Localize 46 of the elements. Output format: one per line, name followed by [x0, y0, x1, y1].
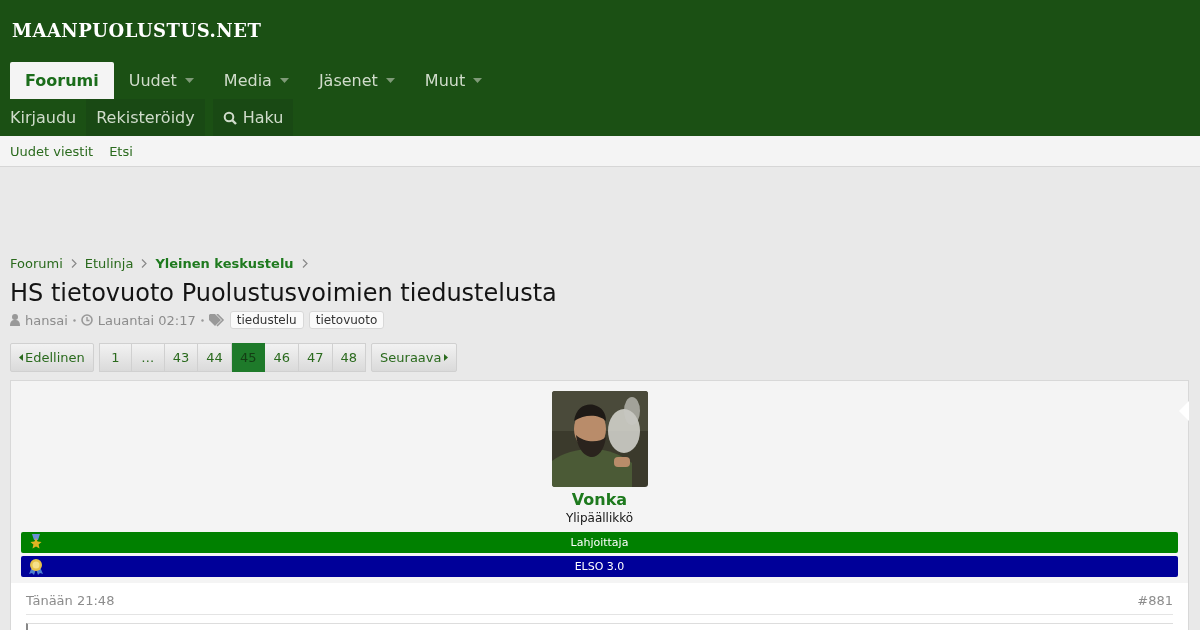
thread-title: HS tietovuoto Puolustusvoimien tiedustelusta — [10, 279, 558, 307]
next-page-button[interactable]: Seuraava — [371, 343, 457, 372]
user-banner: Lahjoittaja — [21, 532, 1178, 553]
breadcrumb-link[interactable]: Etulinja — [84, 255, 134, 271]
page-link[interactable]: 1 — [98, 343, 132, 372]
post-number[interactable]: #881 — [1137, 593, 1173, 608]
tag-link[interactable]: tietovuoto — [308, 311, 385, 329]
post-time[interactable]: Tänään 21:48 — [26, 593, 115, 608]
nav-tab[interactable]: Foorumi — [10, 62, 114, 99]
separator-dot-icon — [72, 318, 76, 322]
page-link[interactable]: 44 — [198, 343, 232, 372]
subnav-link[interactable]: Etsi — [109, 143, 133, 159]
previous-page-button[interactable]: Edellinen — [10, 343, 94, 372]
user-banner: ELSO 3.0 — [21, 556, 1178, 577]
breadcrumb-link[interactable]: Foorumi — [10, 255, 63, 271]
user-title: Ylipäällikkö — [565, 511, 634, 525]
right-arrow-icon — [443, 354, 448, 361]
page-link[interactable]: 43 — [164, 343, 199, 372]
thread-author[interactable]: hansai — [25, 312, 68, 328]
left-arrow-icon — [19, 354, 23, 361]
breadcrumb-link[interactable]: Yleinen keskustelu — [155, 255, 294, 271]
page-link[interactable]: 48 — [332, 343, 367, 372]
page-link[interactable]: … — [131, 343, 165, 372]
tag-link[interactable]: tiedustelu — [229, 311, 304, 329]
nav-tab[interactable]: Media — [208, 62, 304, 99]
chevron-icon — [141, 258, 148, 268]
thread-date: Lauantai 02:17 — [97, 312, 196, 328]
page-link[interactable]: 46 — [265, 343, 299, 372]
search-button[interactable]: Haku — [212, 99, 294, 136]
chevron-icon — [301, 258, 308, 268]
tags-icon — [208, 313, 225, 327]
page-link[interactable]: 47 — [298, 343, 333, 372]
chevron-icon — [70, 258, 77, 268]
user-icon — [10, 314, 20, 326]
nav-tab[interactable]: Jäsenet — [303, 62, 410, 99]
site-logo[interactable]: MAANPUOLUSTUS.NET — [0, 0, 274, 62]
register-link[interactable]: Rekisteröidy — [86, 99, 205, 136]
rosette-icon — [27, 558, 45, 575]
subnav-link[interactable]: Uudet viestit — [10, 143, 94, 159]
search-icon — [222, 110, 237, 125]
login-link[interactable]: Kirjaudu — [0, 99, 87, 136]
nav-tab[interactable]: Uudet — [113, 62, 209, 99]
clock-icon — [80, 314, 93, 326]
separator-dot-icon — [200, 318, 204, 322]
nav-tab[interactable]: Muut — [409, 62, 498, 99]
username-link[interactable]: Vonka — [571, 490, 628, 509]
